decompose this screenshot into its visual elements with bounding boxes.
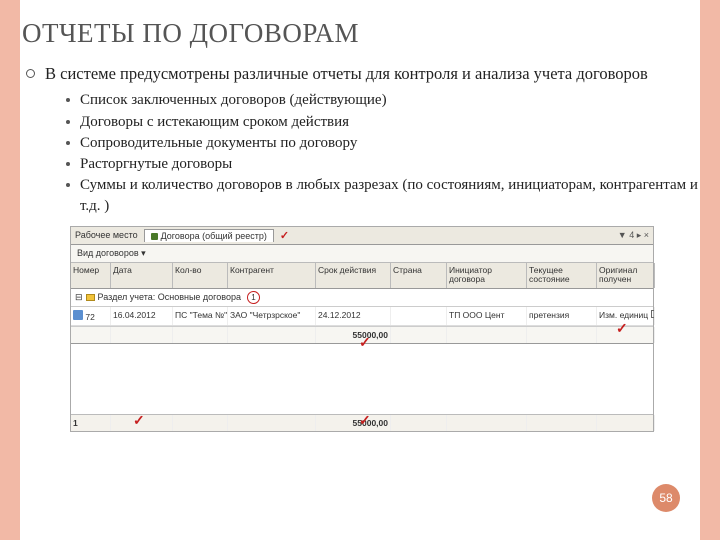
tab-label: Договора (общий реестр) <box>161 231 267 241</box>
foot-sum: 55000,00 <box>316 415 391 431</box>
cell-страна <box>391 307 447 325</box>
blank-area <box>71 344 653 414</box>
red-check-icon: ✓ <box>280 229 289 242</box>
foot-count: 1 <box>71 415 111 431</box>
col-страна[interactable]: Страна <box>391 263 447 288</box>
cell-номер: 72 <box>85 312 94 322</box>
col-срок[interactable]: Срок действия <box>316 263 391 288</box>
red-check-icon: ✓ <box>133 412 145 429</box>
view-bar: Вид договоров ▾ <box>71 245 653 263</box>
table-row[interactable]: 72 16.04.2012 ПС "Тема №" ЗАО "Четрзрско… <box>71 307 653 326</box>
red-check-icon: ✓ <box>616 320 628 337</box>
cell-контрагент: ЗАО "Четрзрское" <box>228 307 316 325</box>
cell-дата: 16.04.2012 <box>111 307 173 325</box>
cell-состояние: претензия <box>527 307 597 325</box>
tab-controls[interactable]: ▼ 4 ▸ × <box>618 230 649 241</box>
document-icon <box>73 310 83 320</box>
red-check-icon: ✓ <box>359 412 371 429</box>
workspace-label: Рабочее место <box>75 230 138 240</box>
col-оригинал[interactable]: Оригинал получен <box>597 263 655 288</box>
group-label: Раздел учета: Основные договора <box>98 292 241 302</box>
app-screenshot: Рабочее место Договора (общий реестр) ✓ … <box>70 226 654 432</box>
col-контрагент[interactable]: Контрагент <box>228 263 316 288</box>
col-дата[interactable]: Дата <box>111 263 173 288</box>
tab-contracts[interactable]: Договора (общий реестр) <box>144 229 274 242</box>
group-row[interactable]: ⊟ Раздел учета: Основные договора 1 <box>71 289 653 307</box>
col-состояние[interactable]: Текущее состояние <box>527 263 597 288</box>
view-label: Вид договоров <box>77 248 139 258</box>
col-номер[interactable]: Номер <box>71 263 111 288</box>
red-check-icon: ✓ <box>359 334 371 351</box>
minus-icon: ⊟ <box>75 292 83 303</box>
sum-value: 55000,00 <box>316 327 391 343</box>
grid-header: Номер Дата Кол-во Контрагент Срок действ… <box>71 263 653 289</box>
col-инициатор[interactable]: Инициатор договора <box>447 263 527 288</box>
page-number-badge: 58 <box>652 484 680 512</box>
tab-bar: Рабочее место Договора (общий реестр) ✓ … <box>71 227 653 245</box>
cell-инициатор: ТП ООО Цент <box>447 307 527 325</box>
cell-колво: ПС "Тема №" <box>173 307 228 325</box>
red-circle-annotation: 1 <box>247 291 260 304</box>
col-колво[interactable]: Кол-во <box>173 263 228 288</box>
folder-icon <box>86 294 95 301</box>
checkbox-icon[interactable] <box>651 310 655 318</box>
cell-срок: 24.12.2012 <box>316 307 391 325</box>
